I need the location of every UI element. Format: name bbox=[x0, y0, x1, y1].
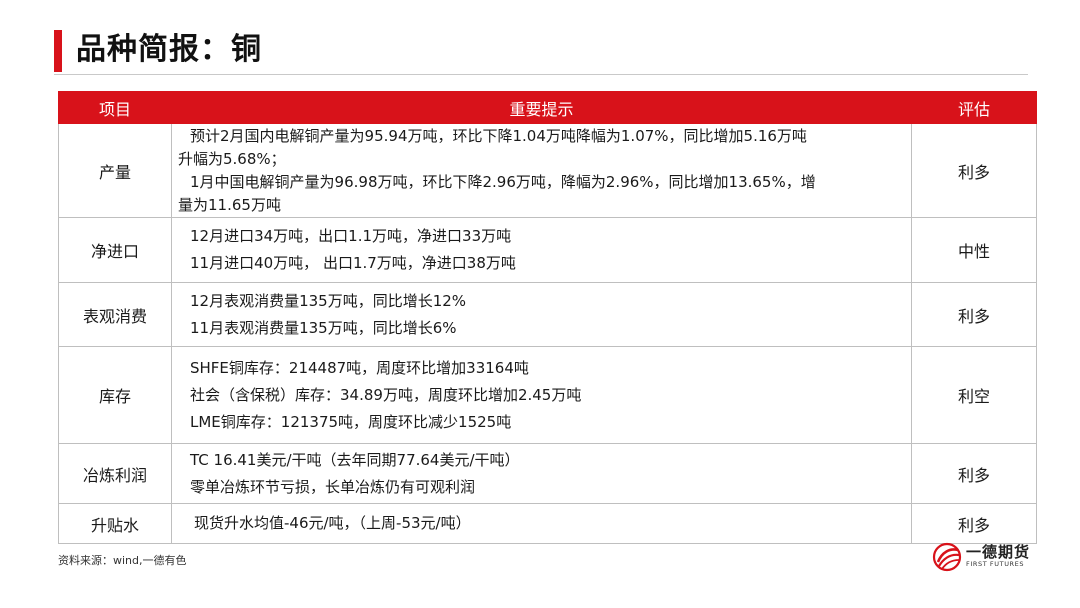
hint-line: 11月进口40万吨， 出口1.7万吨，净进口38万吨 bbox=[190, 254, 516, 272]
row-hint: TC 16.41美元/干吨（去年同期77.64美元/干吨） 零单冶炼环节亏损，长… bbox=[171, 443, 912, 504]
row-item: 产量 bbox=[58, 123, 172, 218]
company-logo: 一德期货 FIRST FUTURES bbox=[932, 540, 1032, 574]
hint-line: 1月中国电解铜产量为96.98万吨，环比下降2.96万吨，降幅为2.96%，同比… bbox=[190, 172, 816, 191]
logo-subtitle: FIRST FUTURES bbox=[966, 560, 1025, 568]
row-eval: 利多 bbox=[911, 503, 1037, 544]
row-item: 净进口 bbox=[58, 217, 172, 283]
hint-line: 11月表观消费量135万吨，同比增长6% bbox=[190, 318, 457, 337]
page-title: 品种简报：铜 bbox=[76, 32, 262, 67]
header-item: 项目 bbox=[58, 91, 172, 124]
row-eval: 中性 bbox=[911, 217, 1037, 283]
hint-line: 现货升水均值-46元/吨，（上周-53元/吨） bbox=[194, 514, 471, 532]
table-row-net-import: 净进口 12月进口34万吨，出口1.1万吨，净进口33万吨 11月进口40万吨，… bbox=[58, 217, 1037, 283]
row-eval: 利多 bbox=[911, 282, 1037, 347]
table-row-production: 产量 预计2月国内电解铜产量为95.94万吨，环比下降1.04万吨降幅为1.07… bbox=[58, 123, 1037, 218]
row-item: 升贴水 bbox=[58, 503, 172, 544]
hint-line: SHFE铜库存：214487吨，周度环比增加33164吨 bbox=[190, 358, 529, 377]
row-hint: 12月进口34万吨，出口1.1万吨，净进口33万吨 11月进口40万吨， 出口1… bbox=[171, 217, 912, 283]
hint-line: LME铜库存：121375吨，周度环比减少1525吨 bbox=[190, 412, 512, 431]
source-note: 资料来源：wind,一德有色 bbox=[58, 554, 187, 567]
row-hint: 现货升水均值-46元/吨，（上周-53元/吨） bbox=[171, 503, 912, 544]
logo-name: 一德期货 bbox=[966, 543, 1031, 561]
row-item: 冶炼利润 bbox=[58, 443, 172, 504]
table-row-smelting-profit: 冶炼利润 TC 16.41美元/干吨（去年同期77.64美元/干吨） 零单冶炼环… bbox=[58, 443, 1037, 504]
row-hint: 12月表观消费量135万吨，同比增长12% 11月表观消费量135万吨，同比增长… bbox=[171, 282, 912, 347]
title-accent-bar bbox=[54, 30, 62, 72]
row-item: 库存 bbox=[58, 346, 172, 444]
hint-line: 12月进口34万吨，出口1.1万吨，净进口33万吨 bbox=[190, 227, 512, 245]
first-futures-logo-icon bbox=[932, 542, 962, 572]
table-row-basis: 升贴水 现货升水均值-46元/吨，（上周-53元/吨） 利多 bbox=[58, 503, 1037, 544]
brief-table: 项目 重要提示 评估 产量 预计2月国内电解铜产量为95.94万吨，环比下降1.… bbox=[58, 91, 1037, 544]
hint-line: 预计2月国内电解铜产量为95.94万吨，环比下降1.04万吨降幅为1.07%，同… bbox=[190, 126, 807, 145]
row-eval: 利多 bbox=[911, 443, 1037, 504]
table-row-consumption: 表观消费 12月表观消费量135万吨，同比增长12% 11月表观消费量135万吨… bbox=[58, 282, 1037, 347]
hint-line: 12月表观消费量135万吨，同比增长12% bbox=[190, 291, 467, 310]
row-hint: SHFE铜库存：214487吨，周度环比增加33164吨 社会（含保税）库存：3… bbox=[171, 346, 912, 444]
row-eval: 利空 bbox=[911, 346, 1037, 444]
hint-line: 社会（含保税）库存：34.89万吨，周度环比增加2.45万吨 bbox=[190, 385, 582, 404]
hint-line: TC 16.41美元/干吨（去年同期77.64美元/干吨） bbox=[190, 450, 520, 469]
header-eval: 评估 bbox=[911, 91, 1037, 124]
hint-line: 升幅为5.68%； bbox=[178, 149, 286, 168]
table-header-row: 项目 重要提示 评估 bbox=[58, 91, 1037, 124]
hint-line: 量为11.65万吨 bbox=[178, 195, 281, 214]
row-eval: 利多 bbox=[911, 123, 1037, 218]
title-divider bbox=[54, 74, 1028, 75]
table-row-inventory: 库存 SHFE铜库存：214487吨，周度环比增加33164吨 社会（含保税）库… bbox=[58, 346, 1037, 444]
hint-line: 零单冶炼环节亏损，长单冶炼仍有可观利润 bbox=[190, 477, 476, 496]
row-item: 表观消费 bbox=[58, 282, 172, 347]
row-hint: 预计2月国内电解铜产量为95.94万吨，环比下降1.04万吨降幅为1.07%，同… bbox=[171, 123, 912, 218]
header-hint: 重要提示 bbox=[171, 91, 912, 124]
